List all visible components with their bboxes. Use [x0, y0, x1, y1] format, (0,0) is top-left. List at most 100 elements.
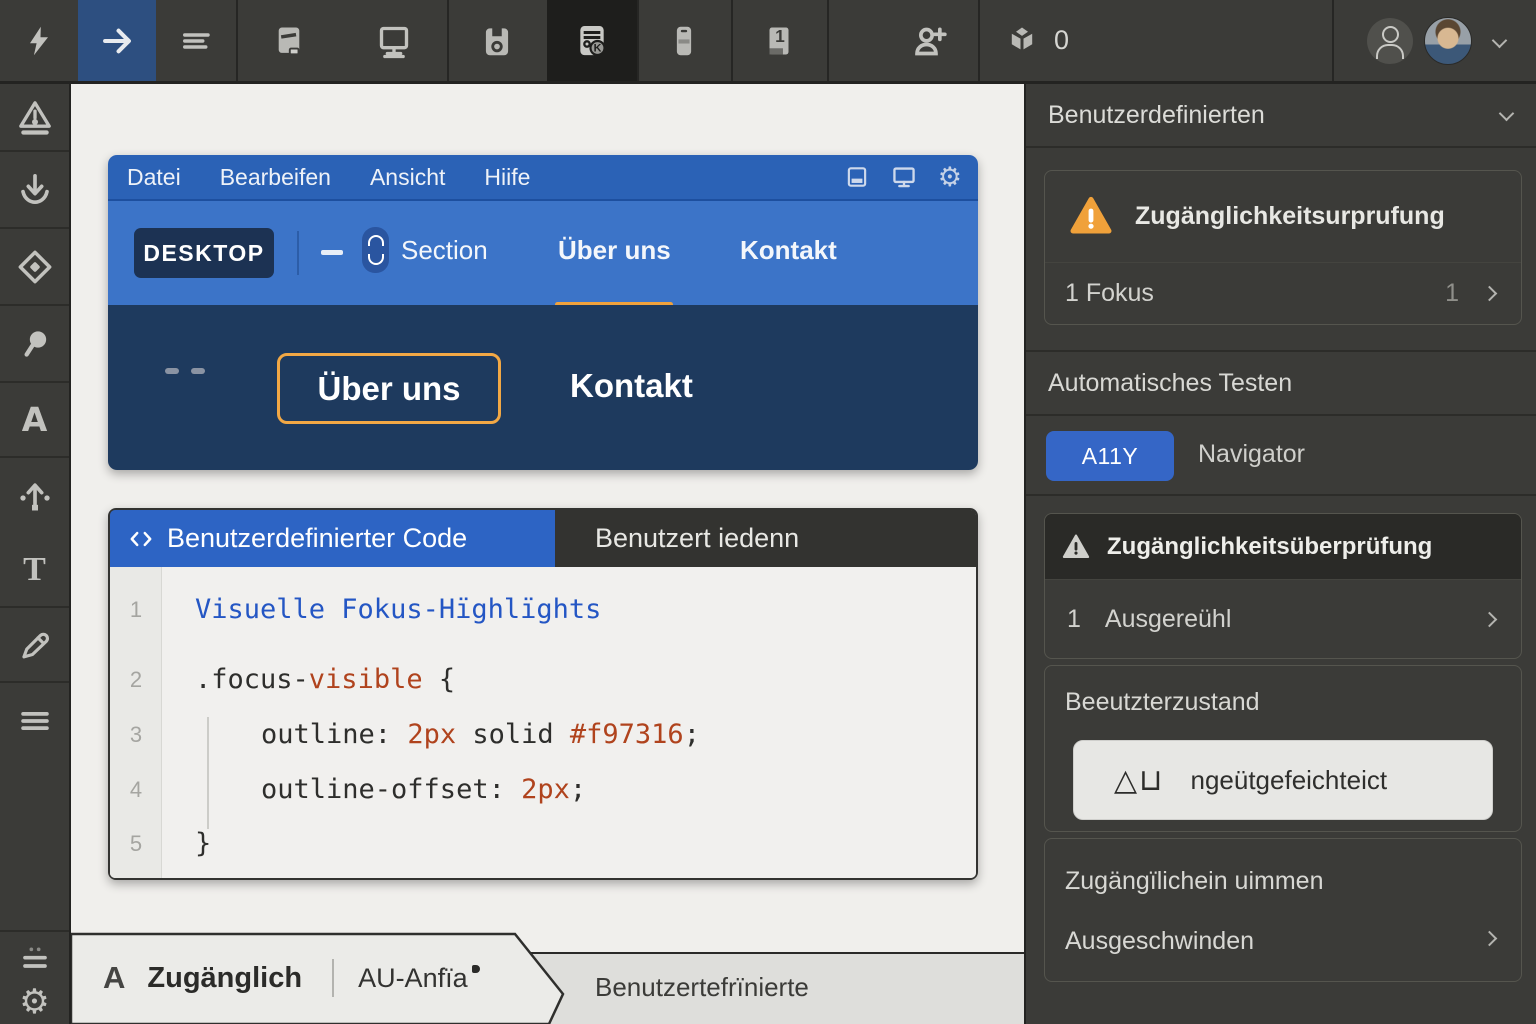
footer-tab-custom[interactable]: Benutzertefrïnierte — [595, 972, 809, 1003]
toolbar-separator — [978, 0, 980, 81]
accessibility-check-card: Zugänglichkeitsüberprüfung 1 Ausgereühl — [1044, 513, 1522, 659]
menu-item-ansicht[interactable]: Ansicht — [370, 164, 445, 191]
save-button[interactable] — [447, 0, 547, 81]
device-mode-badge[interactable]: DESKTOP — [134, 228, 274, 278]
user-state-label: Beeutzterzustand — [1065, 688, 1260, 717]
desktop-preview-button[interactable] — [341, 0, 447, 81]
code-token: 2px — [407, 719, 456, 750]
warning-outline-icon — [1059, 530, 1093, 564]
user-state-button[interactable]: △⊔ ngeütgefeichteict — [1073, 740, 1493, 820]
accessibility-links-card: Zugängïlichein uimmen Ausgeschwinden — [1044, 838, 1522, 982]
card-reader-button[interactable]: K — [547, 0, 637, 81]
state-button-label: ngeütgefeichteict — [1190, 765, 1387, 796]
code-line-4[interactable]: 4outline-offset: 2px; — [110, 763, 970, 817]
hero-link-contact[interactable]: Kontakt — [570, 367, 693, 405]
focus-issues-count: 1 — [1445, 279, 1459, 308]
vertical-stepper-icon[interactable] — [362, 227, 389, 273]
code-token: #f97316 — [570, 719, 684, 750]
check-result-row[interactable]: 1 Ausgereühl — [1045, 580, 1521, 658]
tab-a11y[interactable]: A11Y — [1046, 431, 1174, 481]
monitor-icon[interactable] — [890, 163, 918, 191]
forward-button[interactable] — [78, 0, 156, 81]
assets-counter[interactable]: 0 — [990, 0, 1120, 81]
phone-icon — [665, 22, 703, 60]
tab-custom-code[interactable]: Benutzerdefinierter Code — [110, 510, 555, 567]
mini-list-button[interactable] — [0, 944, 69, 983]
mobile-preview-button[interactable] — [637, 0, 731, 81]
focus-issues-row[interactable]: 1 Fokus 1 — [1045, 263, 1521, 324]
page-button[interactable]: 1 — [731, 0, 827, 81]
check-result-count: 1 — [1067, 605, 1081, 634]
links-row-2[interactable]: Ausgeschwinden — [1065, 927, 1254, 956]
top-toolbar: K 1 0 — [0, 0, 1536, 84]
code-line-5[interactable]: 5} — [110, 817, 970, 871]
user-state-card: Beeutzterzustand △⊔ ngeütgefeichteict — [1044, 665, 1522, 832]
line-number: 5 — [110, 817, 162, 871]
tab-secondary-code[interactable]: Benutzert iedenn — [555, 510, 976, 567]
code-token: .focus- — [195, 664, 309, 695]
font-tool-button[interactable]: A — [0, 383, 69, 456]
code-editor: Benutzerdefinierter Code Benutzert ieden… — [108, 508, 978, 880]
menu-item-hilfe[interactable]: Hiife — [484, 164, 530, 191]
links-row-1[interactable]: Zugängïlichein uimmen — [1065, 867, 1323, 896]
share-tool-button[interactable] — [0, 458, 69, 533]
status-footer: Benutzertefrïnierte A Zugänglich AU-Anfï… — [71, 932, 1024, 1024]
panel-header[interactable]: Benutzerdefinierten — [1026, 84, 1536, 148]
browser-preview: Datei Bearbeifen Ansicht Hiife ⚙ DESKTOP… — [108, 155, 978, 470]
code-token: 2px — [521, 774, 570, 805]
menu-item-bearbeiten[interactable]: Bearbeifen — [220, 164, 331, 191]
page-one-icon: 1 — [760, 22, 798, 60]
tab-navigator[interactable]: Navigator — [1198, 440, 1305, 469]
footer-active-tab[interactable]: A Zugänglich AU-Anfïa — [71, 932, 591, 1024]
lightning-icon — [21, 23, 57, 59]
code-line-3[interactable]: 3outline: 2px solid #f97316; — [110, 708, 970, 762]
collapse-dash-icon[interactable] — [321, 250, 343, 255]
add-user-icon — [909, 21, 949, 61]
add-user-button[interactable] — [880, 0, 978, 81]
quick-actions-button[interactable] — [0, 0, 78, 81]
sidebar-separator — [0, 930, 69, 932]
component-tool-button[interactable] — [0, 229, 69, 304]
warning-tool-button[interactable] — [0, 84, 69, 150]
focused-link-outline[interactable]: Über uns — [277, 353, 501, 424]
check-result-label: Ausgereühl — [1105, 605, 1231, 634]
page-hero: Über uns Kontakt — [108, 305, 978, 470]
hero-link-about[interactable]: Über uns — [317, 370, 460, 408]
app-window: K 1 0 — [0, 0, 1536, 1024]
menu-button[interactable] — [156, 0, 236, 81]
menu-item-datei[interactable]: Datei — [127, 164, 181, 191]
anchor-down-arrow-icon — [15, 170, 55, 210]
nav-item-section[interactable]: Section — [401, 235, 488, 266]
code-line-1[interactable]: 1Visuelle Fokus-Hïghlïghts — [110, 583, 970, 637]
code-token: } — [195, 828, 211, 859]
tab-custom-code-label: Benutzerdefinierter Code — [167, 523, 467, 554]
pin-tool-button[interactable] — [0, 306, 69, 381]
layers-menu-button[interactable] — [0, 683, 69, 758]
avatar — [1424, 17, 1472, 65]
text-tool-button[interactable]: T — [0, 533, 69, 606]
settings-button[interactable]: ⚙ — [0, 982, 69, 1022]
right-panel: Benutzerdefinierten Zugänglichkeitsurpru… — [1024, 84, 1536, 1024]
gear-icon: ⚙ — [19, 982, 49, 1022]
arrow-right-icon — [98, 22, 136, 60]
document-icon — [270, 22, 308, 60]
chevron-down-icon — [1491, 33, 1507, 49]
profile-avatar-button[interactable] — [1422, 0, 1474, 81]
settings-gear-icon[interactable]: ⚙ — [938, 164, 962, 191]
svg-text:1: 1 — [775, 25, 785, 45]
section-title: Automatisches Testen — [1048, 369, 1292, 398]
package-cube-icon — [1004, 23, 1040, 59]
code-lines[interactable]: 1Visuelle Fokus-Hïghlïghts 2.focus-visibl… — [110, 567, 976, 878]
chevron-right-icon — [1482, 931, 1498, 947]
document-button[interactable] — [236, 0, 341, 81]
download-tool-button[interactable] — [0, 152, 69, 227]
device-icon[interactable] — [844, 164, 870, 190]
account-button[interactable] — [1360, 0, 1420, 81]
nav-item-about[interactable]: Über uns — [558, 235, 671, 266]
profile-menu-button[interactable] — [1478, 0, 1520, 81]
pen-tool-button[interactable] — [0, 608, 69, 681]
code-token: ; — [570, 774, 586, 805]
code-line-2[interactable]: 2.focus-visible { — [110, 653, 970, 707]
nav-item-contact[interactable]: Kontakt — [740, 235, 837, 266]
pin-icon — [15, 324, 55, 364]
